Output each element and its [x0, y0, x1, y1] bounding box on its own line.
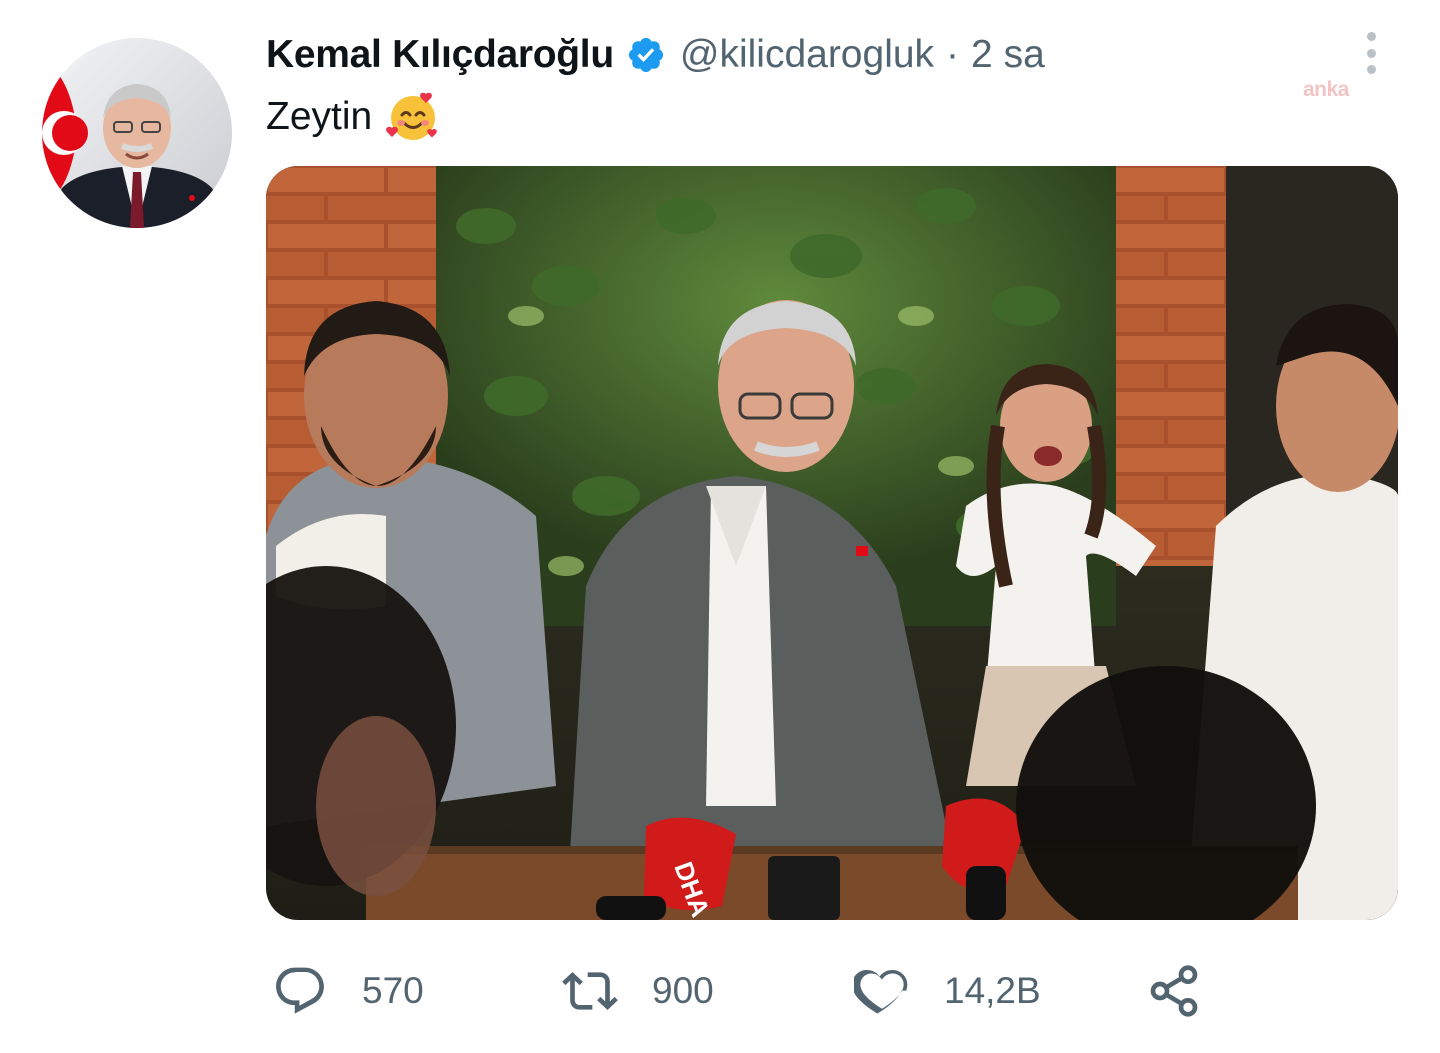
verified-badge-icon: [626, 35, 666, 75]
tweet-header: Kemal Kılıçdaroğlu @kilicdarogluk · 2 sa: [266, 30, 1045, 80]
tweet-text: Zeytin: [266, 90, 440, 144]
retweet-icon: [562, 972, 618, 1010]
avatar-photo: [42, 38, 232, 228]
like-count: 14,2B: [944, 970, 1041, 1011]
retweet-button[interactable]: 900: [562, 955, 714, 1027]
timestamp[interactable]: 2 sa: [971, 33, 1045, 77]
retweet-count: 900: [652, 970, 714, 1011]
reply-count: 570: [362, 970, 424, 1011]
more-options-icon[interactable]: [1354, 28, 1388, 78]
watermark: anka: [1303, 78, 1349, 101]
heart-icon: [854, 969, 908, 1014]
reply-button[interactable]: 570: [272, 955, 424, 1027]
share-icon: [1150, 965, 1198, 1017]
avatar[interactable]: [42, 38, 232, 228]
tweet-actions: 570 900 14,2B: [0, 955, 1440, 1027]
like-button[interactable]: 14,2B: [854, 955, 1041, 1027]
author-name[interactable]: Kemal Kılıçdaroğlu: [266, 33, 614, 77]
tweet-photo[interactable]: DHA: [266, 166, 1398, 920]
separator-dot: ·: [946, 33, 960, 76]
share-button[interactable]: [1146, 955, 1202, 1027]
smiling-face-with-hearts-icon: [386, 90, 440, 144]
tweet-text-content: Zeytin: [266, 95, 373, 138]
reply-icon: [276, 967, 324, 1014]
author-handle[interactable]: @kilicdarogluk: [680, 33, 934, 77]
photo-scene: DHA: [266, 166, 1398, 920]
